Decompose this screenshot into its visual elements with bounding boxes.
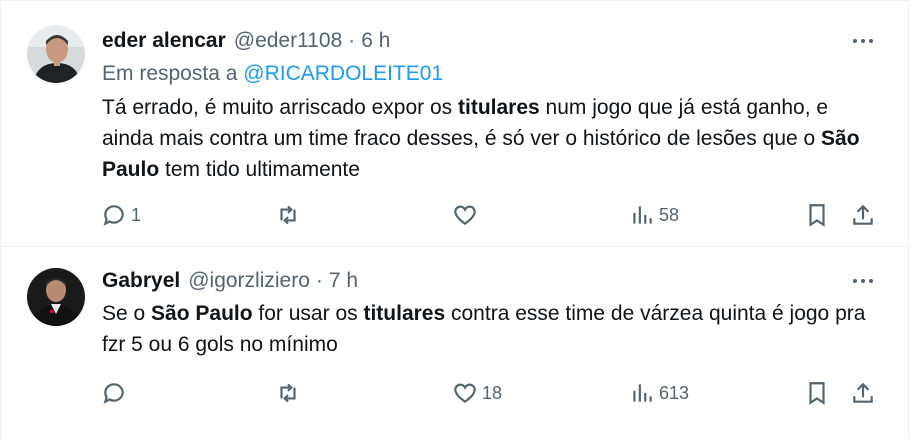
- tweet-eder-alencar[interactable]: eder alencar @eder1108 · 6 h Em resposta…: [1, 0, 908, 247]
- reply-icon: [103, 205, 124, 226]
- tweet-text-part: for usar os: [252, 302, 364, 325]
- tweet-actions: 1 58: [1, 198, 908, 232]
- avatar-photo-icon: [27, 25, 85, 83]
- tweet-text-part: Se o: [102, 302, 152, 325]
- more-icon: [853, 279, 873, 283]
- display-name[interactable]: Gabryel: [102, 269, 180, 293]
- timestamp[interactable]: 7 h: [329, 269, 358, 293]
- avatar[interactable]: [27, 268, 85, 326]
- tweet-text-part: Tá errado, é muito arriscado expor os: [102, 96, 458, 119]
- tweet-actions: 18 613: [1, 376, 908, 410]
- views-button[interactable]: 613: [629, 376, 689, 410]
- reply-mention-link[interactable]: @RICARDOLEITE01: [243, 62, 443, 85]
- views-icon: [633, 206, 652, 224]
- bookmark-button[interactable]: [804, 198, 830, 232]
- share-icon: [853, 382, 873, 403]
- retweet-button[interactable]: [275, 376, 305, 410]
- reply-prefix: Em resposta a: [102, 62, 238, 85]
- share-button[interactable]: [850, 198, 876, 232]
- tweet-text-bold: São Paulo: [151, 302, 253, 325]
- view-count: 613: [659, 382, 690, 403]
- like-icon: [454, 205, 476, 225]
- tweet-text: Tá errado, é muito arriscado expor os ti…: [102, 92, 882, 185]
- separator: ·: [348, 29, 356, 52]
- display-name[interactable]: eder alencar: [102, 29, 226, 53]
- user-handle[interactable]: @igorzliziero: [188, 269, 310, 293]
- tweet-gabryel[interactable]: Gabryel @igorzliziero · 7 h Se o São Pau…: [1, 247, 908, 439]
- tweet-header: eder alencar @eder1108 · 6 h: [102, 28, 390, 54]
- reply-count: 1: [131, 204, 142, 225]
- tweet-text-part: tem tido ultimamente: [159, 158, 360, 181]
- retweet-icon: [280, 383, 296, 403]
- reply-button[interactable]: [101, 376, 131, 410]
- view-count: 58: [659, 204, 680, 225]
- more-options-button[interactable]: [848, 268, 878, 294]
- retweet-icon: [280, 205, 296, 225]
- separator: ·: [315, 269, 323, 292]
- reply-feed: eder alencar @eder1108 · 6 h Em resposta…: [0, 0, 919, 439]
- bookmark-button[interactable]: [804, 376, 830, 410]
- like-icon: [454, 383, 476, 403]
- reply-button[interactable]: 1: [101, 198, 141, 232]
- timestamp[interactable]: 6 h: [361, 29, 390, 53]
- like-button[interactable]: [452, 198, 482, 232]
- share-button[interactable]: [850, 376, 876, 410]
- avatar[interactable]: [27, 25, 85, 83]
- like-count: 18: [482, 382, 503, 403]
- retweet-button[interactable]: [275, 198, 305, 232]
- bookmark-icon: [809, 204, 825, 227]
- tweet-text-bold: titulares: [363, 302, 446, 325]
- timeline-right-border: [908, 0, 909, 439]
- more-icon: [853, 39, 873, 43]
- tweet-text-bold: titulares: [458, 96, 540, 119]
- reply-context: Em resposta a @RICARDOLEITE01: [102, 62, 443, 86]
- user-handle[interactable]: @eder1108: [234, 29, 343, 53]
- like-button[interactable]: 18: [452, 376, 502, 410]
- avatar-photo-icon: [27, 268, 85, 326]
- reply-icon: [103, 383, 124, 404]
- views-icon: [633, 384, 652, 402]
- bookmark-icon: [809, 382, 825, 405]
- tweet-text: Se o São Paulo for usar os titulares con…: [102, 298, 882, 360]
- more-options-button[interactable]: [848, 28, 878, 54]
- tweet-header: Gabryel @igorzliziero · 7 h: [102, 268, 358, 294]
- views-button[interactable]: 58: [629, 198, 679, 232]
- share-icon: [853, 204, 873, 225]
